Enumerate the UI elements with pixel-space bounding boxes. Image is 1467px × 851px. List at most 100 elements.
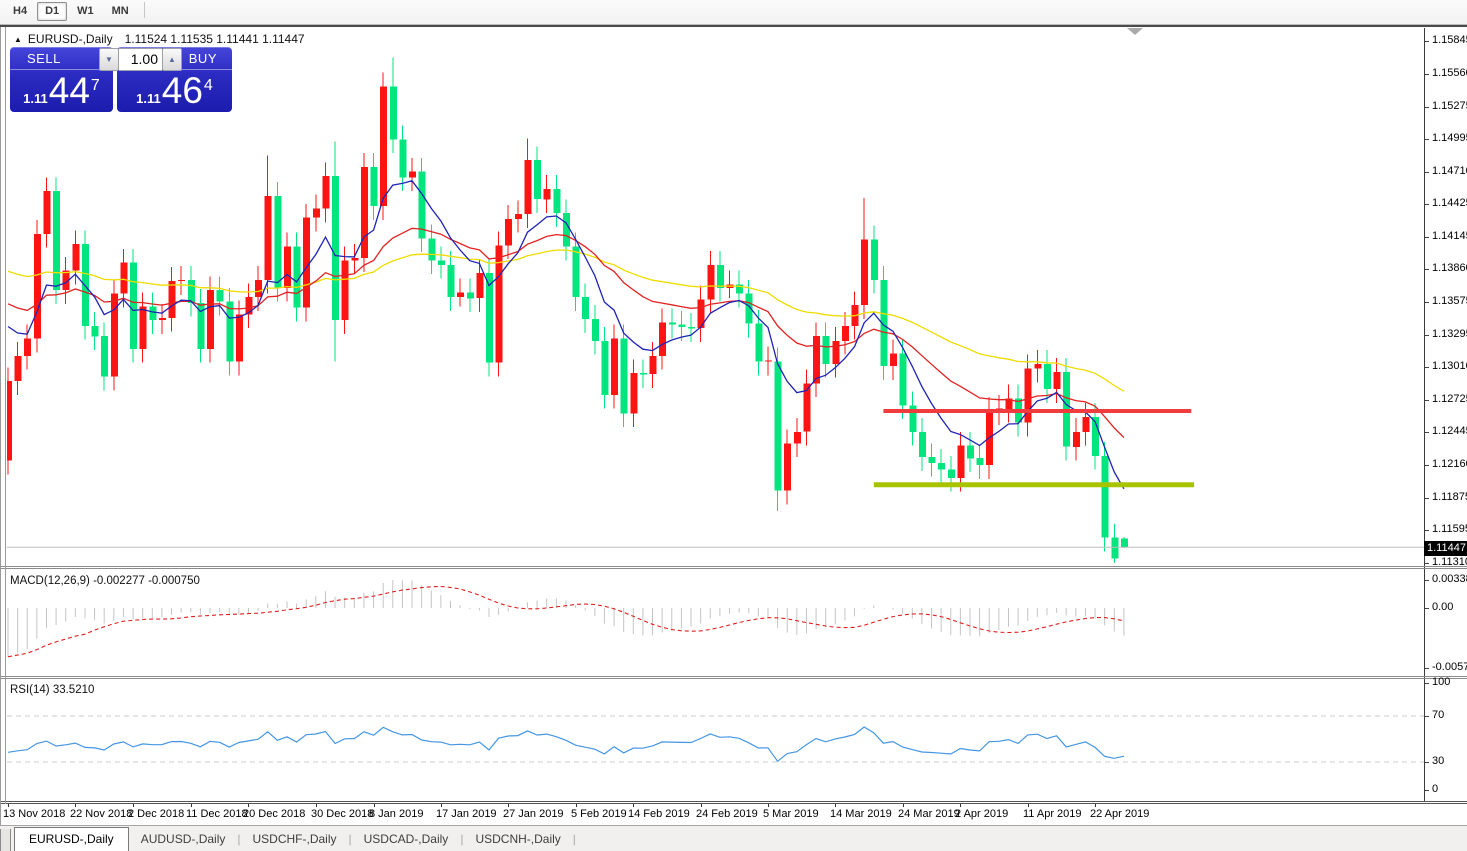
date-axis-label: 14 Mar 2019 bbox=[830, 808, 892, 820]
ma-line-55 bbox=[7, 249, 1125, 392]
candle-body bbox=[572, 246, 580, 298]
candle-body bbox=[158, 317, 166, 321]
price-axis-label-tick bbox=[1425, 74, 1429, 75]
candle-body bbox=[235, 314, 243, 362]
date-tick bbox=[835, 804, 836, 807]
price-axis-label-tick bbox=[1425, 498, 1429, 499]
macd-axis-label: 0.00 bbox=[1432, 601, 1454, 613]
candle-body bbox=[437, 260, 445, 265]
price-axis-label: 1.12160 bbox=[1432, 458, 1467, 470]
candle-body bbox=[101, 336, 109, 377]
candle-body bbox=[505, 218, 513, 246]
price-axis-label-tick bbox=[1425, 563, 1429, 564]
candle-body bbox=[341, 260, 349, 321]
date-axis-label: 22 Nov 2018 bbox=[70, 808, 133, 820]
volume-decrease-button[interactable]: ▼ bbox=[99, 48, 119, 71]
candle-body bbox=[774, 361, 782, 491]
date-axis[interactable]: 13 Nov 2018 22 Nov 2018 2 Dec 2018 11 Dec 2… bbox=[0, 804, 1467, 825]
candle-body bbox=[890, 353, 897, 367]
date-tick bbox=[576, 804, 577, 807]
chart-shift-marker-icon[interactable] bbox=[1127, 28, 1143, 35]
chart-tab-usdchf[interactable]: USDCHF-,Daily bbox=[241, 828, 349, 851]
candle-body bbox=[668, 322, 676, 325]
chart-tab-usdcad[interactable]: USDCAD-,Daily bbox=[352, 828, 461, 851]
price-axis-label: 1.14995 bbox=[1432, 132, 1467, 144]
candle-body bbox=[370, 167, 378, 207]
timeframe-button-w1[interactable]: W1 bbox=[69, 2, 102, 21]
candlestick-plot bbox=[7, 57, 1128, 563]
date-tick bbox=[133, 804, 134, 807]
price-axis-label: 1.15560 bbox=[1432, 67, 1467, 79]
candle-body bbox=[399, 139, 407, 178]
candle-body bbox=[178, 279, 186, 282]
candle-body bbox=[360, 167, 368, 258]
candle-body bbox=[938, 462, 946, 470]
candle-body bbox=[216, 290, 224, 302]
chart-tab-audusd[interactable]: AUDUSD-,Daily bbox=[129, 828, 238, 851]
candle-body bbox=[832, 340, 840, 364]
candle-body bbox=[861, 239, 869, 306]
date-axis-label: 11 Dec 2018 bbox=[186, 808, 248, 820]
date-axis-label: 27 Jan 2019 bbox=[503, 808, 564, 820]
candle-body bbox=[312, 208, 320, 218]
timeframe-button-h4[interactable]: H4 bbox=[5, 2, 35, 21]
date-tick bbox=[8, 804, 9, 807]
mt4-chart-window: H4 D1 W1 MN ▲ EURUSD-,Daily 1.11524 1.11535 1… bbox=[0, 0, 1467, 851]
chart-symbol-label: EURUSD-,Daily bbox=[27, 32, 113, 46]
candle-body bbox=[428, 238, 436, 261]
date-axis-label: 30 Dec 2018 bbox=[311, 808, 374, 820]
rsi-axis-label-tick bbox=[1425, 762, 1429, 763]
rsi-axis-label-tick bbox=[1425, 716, 1429, 717]
candle-body bbox=[649, 355, 657, 375]
price-axis-label-tick bbox=[1425, 432, 1429, 433]
candle-body bbox=[1053, 371, 1061, 390]
rsi-axis-label: 100 bbox=[1432, 676, 1451, 688]
sell-label[interactable]: SELL bbox=[10, 47, 113, 70]
date-tick bbox=[75, 804, 76, 807]
candle-body bbox=[928, 457, 936, 463]
rsi-label: RSI(14) 33.5210 bbox=[10, 684, 95, 696]
rsi-axis-label-tick bbox=[1425, 790, 1429, 791]
candle-body bbox=[409, 171, 416, 178]
date-tick bbox=[768, 804, 769, 807]
collapse-triangle-icon[interactable]: ▲ bbox=[14, 35, 22, 44]
separator-price-macd[interactable] bbox=[0, 566, 1467, 567]
separator-macd-rsi[interactable] bbox=[0, 676, 1467, 677]
candle-body bbox=[563, 213, 570, 247]
date-axis-label: 11 Apr 2019 bbox=[1023, 808, 1082, 820]
date-axis-label: 5 Mar 2019 bbox=[763, 808, 819, 820]
price-axis-label: 1.12445 bbox=[1432, 425, 1467, 437]
buy-price-big: 46 bbox=[161, 70, 203, 111]
sell-button[interactable]: SELL 1.11 44 7 bbox=[10, 47, 113, 112]
sell-price-prefix: 1.11 bbox=[23, 91, 48, 106]
timeframe-button-d1[interactable]: D1 bbox=[37, 2, 68, 21]
chart-tab-usdcnh[interactable]: USDCNH-,Daily bbox=[463, 828, 572, 851]
volume-increase-button[interactable]: ▲ bbox=[162, 48, 182, 71]
candle-body bbox=[255, 279, 263, 298]
candle-body bbox=[514, 214, 522, 219]
timeframe-button-mn[interactable]: MN bbox=[104, 2, 137, 21]
candle-body bbox=[168, 281, 176, 318]
candle-body bbox=[207, 290, 214, 349]
candle-body bbox=[457, 292, 465, 298]
volume-input[interactable]: 1.00 bbox=[119, 48, 162, 71]
price-axis-label: 1.13010 bbox=[1432, 360, 1467, 372]
toolbar-divider bbox=[143, 1, 145, 18]
date-tick bbox=[316, 804, 317, 807]
candle-body bbox=[957, 445, 965, 478]
tab-scroller[interactable] bbox=[0, 829, 11, 851]
moving-average-lines bbox=[7, 180, 1424, 548]
price-axis-label: 1.11595 bbox=[1432, 523, 1467, 535]
date-tick bbox=[508, 804, 509, 807]
chart-plot[interactable] bbox=[0, 0, 1467, 851]
date-axis-label: 5 Feb 2019 bbox=[571, 808, 627, 820]
candle-body bbox=[716, 264, 724, 288]
rsi-axis-label: 0 bbox=[1432, 783, 1439, 795]
chart-ohlc-values: 1.11524 1.11535 1.11441 1.11447 bbox=[124, 32, 305, 46]
date-axis-label: 14 Feb 2019 bbox=[628, 808, 690, 820]
rsi-plot bbox=[7, 715, 1424, 763]
chart-tab-eurusd[interactable]: EURUSD-,Daily bbox=[14, 827, 129, 851]
rsi-axis-label: 70 bbox=[1432, 709, 1445, 721]
candle-body bbox=[947, 469, 955, 478]
price-axis-label-tick bbox=[1425, 302, 1429, 303]
